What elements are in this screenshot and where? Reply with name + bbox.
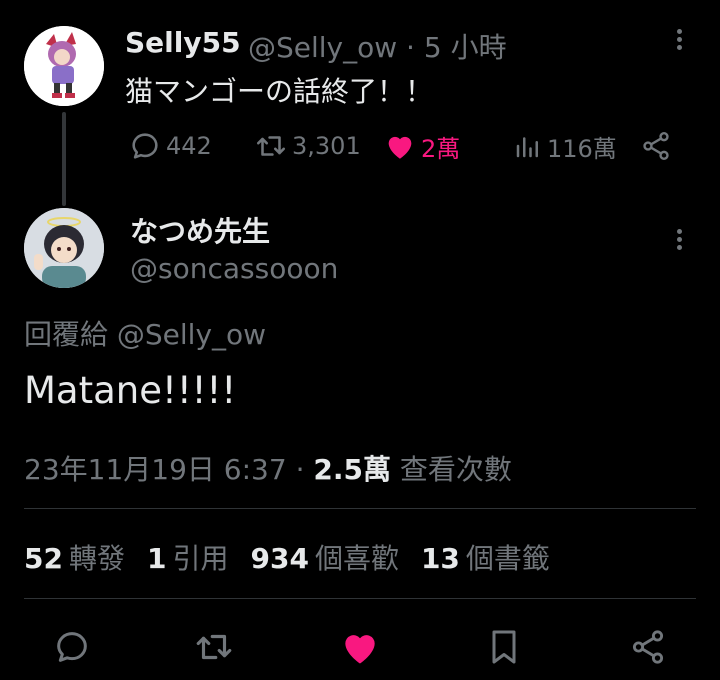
like-button[interactable] — [338, 625, 382, 669]
author-handle-time: @Selly_ow · 5 小時 — [248, 31, 507, 64]
share-stat[interactable] — [640, 128, 676, 164]
reply-text: Matane!!!!! — [24, 369, 237, 412]
reply-author-handle[interactable]: @soncassooon — [130, 252, 338, 285]
share-icon — [632, 630, 664, 664]
divider — [24, 508, 696, 509]
timestamp[interactable]: 23年11月19日 6:37 · — [24, 453, 313, 486]
retweet-icon — [196, 634, 232, 660]
share-button[interactable] — [626, 625, 670, 669]
bookmark-icon — [492, 630, 516, 664]
bookmark-button[interactable] — [482, 625, 526, 669]
views-label: 查看次數 — [390, 453, 512, 486]
retweet-button[interactable] — [192, 625, 236, 669]
heart-icon — [345, 635, 375, 664]
retweet-icon — [256, 136, 286, 156]
reply-author-name[interactable]: なつめ先生 — [130, 210, 270, 250]
divider — [24, 598, 696, 599]
reply-stat[interactable]: 442 — [128, 128, 212, 164]
more-icon[interactable] — [669, 26, 689, 56]
bookmarks-count[interactable]: 13 個書籤 — [421, 537, 550, 577]
like-stat[interactable]: 2萬 — [383, 128, 460, 164]
replying-to[interactable]: 回覆給 @Selly_ow — [24, 313, 266, 353]
views-count: 116萬 — [547, 134, 617, 163]
more-icon[interactable] — [669, 226, 689, 256]
tweet-meta: 23年11月19日 6:37 · 2.5萬 查看次數 — [24, 448, 512, 488]
like-count: 2萬 — [421, 134, 461, 163]
views-number: 2.5萬 — [313, 453, 391, 486]
reply-icon — [132, 133, 158, 159]
share-icon — [643, 132, 669, 160]
views-stat[interactable]: 116萬 — [513, 128, 617, 164]
natsume-avatar[interactable] — [24, 208, 104, 288]
author-name[interactable]: Selly55 — [125, 26, 241, 59]
retweet-count: 3,301 — [292, 132, 361, 160]
thread-line — [62, 112, 66, 206]
reply-button[interactable] — [50, 625, 94, 669]
selly55-avatar[interactable] — [24, 26, 104, 106]
views-icon — [516, 137, 538, 158]
retweets-count[interactable]: 52 轉發 — [24, 537, 125, 577]
reply-count: 442 — [166, 132, 212, 160]
heart-icon — [388, 136, 412, 159]
quotes-count[interactable]: 1 引用 — [147, 537, 229, 577]
likes-count[interactable]: 934 個喜歡 — [250, 537, 398, 577]
tweet-text: 猫マンゴーの話終了！！ — [125, 75, 434, 108]
reply-icon — [57, 632, 87, 662]
engagement-counts: 52 轉發 1 引用 934 個喜歡 13 個書籤 — [24, 537, 550, 577]
retweet-stat[interactable]: 3,301 — [254, 128, 361, 164]
